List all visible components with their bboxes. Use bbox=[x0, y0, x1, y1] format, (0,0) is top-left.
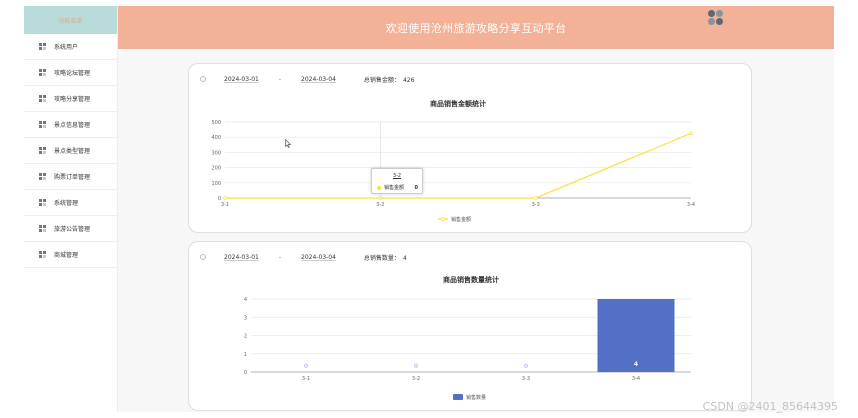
sales-quantity-chart: 商品销售数量统计 0 1 2 3 4 3-1 3-2 3-3 3-4 0 0 0 4 销售数量 bbox=[244, 275, 691, 401]
sidebar-item-label: 攻略分享管理 bbox=[54, 96, 91, 103]
x-tick-label: 3-1 bbox=[302, 376, 310, 382]
sales-amount-chart: 商品销售金额统计 0 100 200 300 400 500 3-1 3-2 3-3 3-4 销售金额 bbox=[211, 99, 695, 223]
tooltip-value: 0 bbox=[414, 184, 418, 191]
watermark: CSDN @2401_85644395 bbox=[702, 400, 838, 413]
grid-icon bbox=[39, 172, 47, 181]
grid-icon bbox=[39, 68, 47, 77]
sidebar-item-notice[interactable]: 旅游公告管理 bbox=[24, 216, 117, 242]
y-tick-label: 500 bbox=[211, 120, 221, 126]
tooltip-dot bbox=[377, 185, 381, 190]
series-line bbox=[225, 132, 692, 199]
sidebar-item-label: 景点信息管理 bbox=[54, 122, 91, 129]
y-tick-label: 1 bbox=[244, 352, 247, 358]
legend-label: 销售金额 bbox=[451, 216, 471, 223]
y-tick-label: 4 bbox=[244, 297, 247, 303]
sales-quantity-card: 2024-03-01 - 2024-03-04 总销售数量： 4 商品销售数量统计… bbox=[188, 241, 752, 411]
app-page: 功能菜单 系统用户 攻略论坛管理 攻略分享管理 景点信息管理 景点类型管理 购票… bbox=[0, 0, 858, 418]
data-point bbox=[223, 196, 227, 200]
y-tick-label: 300 bbox=[211, 150, 221, 156]
sidebar-item-label: 商城管理 bbox=[54, 252, 79, 259]
grid-icon bbox=[39, 146, 47, 155]
chart-title: 商品销售数量统计 bbox=[443, 275, 499, 284]
sidebar-header: 功能菜单 bbox=[24, 6, 117, 34]
x-tick-label: 3-2 bbox=[412, 376, 420, 382]
data-point bbox=[378, 196, 383, 200]
y-tick-label: 100 bbox=[211, 181, 221, 187]
sidebar-item-label: 购票订单管理 bbox=[54, 174, 91, 181]
y-tick-label: 3 bbox=[244, 315, 247, 321]
chart-tooltip: 3-2 销售金额 0 bbox=[371, 168, 423, 194]
bar-data-label: 4 bbox=[634, 361, 638, 368]
sidebar-item-share[interactable]: 攻略分享管理 bbox=[24, 86, 117, 112]
y-tick-label: 0 bbox=[244, 370, 247, 376]
sidebar-item-forum[interactable]: 攻略论坛管理 bbox=[24, 60, 117, 86]
sidebar-item-label: 系统用户 bbox=[54, 44, 79, 51]
sidebar-item-label: 系统管理 bbox=[54, 200, 79, 207]
grid-icon bbox=[39, 94, 47, 103]
x-tick-label: 3-1 bbox=[221, 202, 229, 208]
y-tick-label: 2 bbox=[244, 334, 247, 340]
sales-amount-card: 2024-03-01 - 2024-03-04 总销售金额： 426 商品销售金额… bbox=[188, 63, 752, 233]
grid-icon bbox=[39, 198, 47, 207]
grid-icon bbox=[39, 120, 47, 129]
tooltip-row: 销售金额 0 bbox=[377, 184, 418, 191]
bar-data-label: 0 bbox=[414, 363, 418, 370]
chart-title: 商品销售金额统计 bbox=[430, 99, 486, 108]
page-title: 欢迎使用沧州旅游攻略分享互动平台 bbox=[385, 21, 567, 35]
data-point bbox=[689, 131, 693, 136]
bar-data-label: 0 bbox=[304, 363, 308, 370]
grid-icon bbox=[39, 224, 47, 233]
bar-data-label: 0 bbox=[524, 363, 528, 370]
sidebar-item-users[interactable]: 系统用户 bbox=[24, 34, 117, 60]
grid-icon bbox=[39, 250, 47, 259]
sidebar-item-scenic-type[interactable]: 景点类型管理 bbox=[24, 138, 117, 164]
legend-label: 销售数量 bbox=[466, 394, 486, 401]
sidebar-item-orders[interactable]: 购票订单管理 bbox=[24, 164, 117, 190]
top-header: 欢迎使用沧州旅游攻略分享互动平台 bbox=[118, 6, 834, 49]
sidebar-item-mall[interactable]: 商城管理 bbox=[24, 242, 117, 268]
sidebar: 功能菜单 系统用户 攻略论坛管理 攻略分享管理 景点信息管理 景点类型管理 购票… bbox=[24, 6, 118, 412]
data-point bbox=[533, 196, 538, 200]
sidebar-item-label: 攻略论坛管理 bbox=[54, 70, 91, 77]
sidebar-item-label: 景点类型管理 bbox=[54, 148, 91, 155]
tooltip-title: 3-2 bbox=[392, 173, 402, 179]
x-tick-label: 3-2 bbox=[376, 202, 384, 208]
y-tick-label: 200 bbox=[211, 166, 221, 172]
tooltip-series: 销售金额 bbox=[384, 185, 405, 191]
y-tick-label: 400 bbox=[211, 135, 221, 141]
grid-icon bbox=[39, 42, 47, 51]
sidebar-item-label: 旅游公告管理 bbox=[54, 226, 91, 233]
sidebar-item-scenic[interactable]: 景点信息管理 bbox=[24, 112, 117, 138]
legend-swatch bbox=[453, 394, 463, 400]
x-tick-label: 3-3 bbox=[522, 376, 530, 382]
x-tick-label: 3-4 bbox=[632, 376, 640, 382]
x-tick-label: 3-3 bbox=[532, 202, 540, 208]
mouse-cursor-icon bbox=[285, 139, 291, 148]
sidebar-item-system[interactable]: 系统管理 bbox=[24, 190, 117, 216]
legend-marker bbox=[440, 216, 445, 221]
x-tick-label: 3-4 bbox=[687, 202, 695, 208]
avatar-icon[interactable] bbox=[708, 10, 723, 25]
